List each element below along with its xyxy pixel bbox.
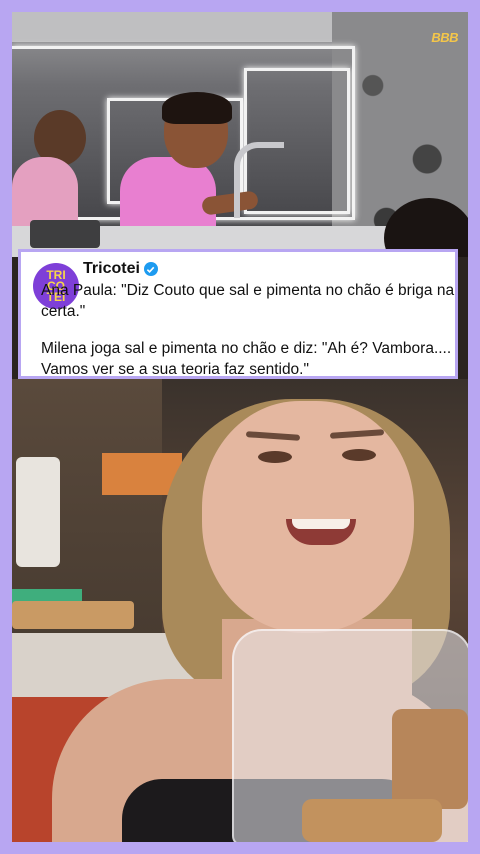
tweet-paragraph: Milena joga sal e pimenta no chão e diz:… <box>41 340 452 378</box>
woman-teeth <box>292 519 350 529</box>
kitchen-scene-image: BBB <box>12 12 468 257</box>
video-frame: BBB TRI CO TEI Tricotei Ana Paula: "Diz … <box>12 12 468 842</box>
person-pink-shirt-hair <box>162 92 232 124</box>
woman-eye <box>342 449 376 461</box>
tweet-header: Tricotei <box>83 260 445 278</box>
tweet-paragraph: Ana Paula: "Diz Couto que sal e pimenta … <box>41 282 455 320</box>
kitchen-faucet <box>234 142 284 218</box>
woman-closeup-image <box>12 379 468 842</box>
storage-jar <box>16 457 60 567</box>
bread-loaf <box>302 799 442 842</box>
bread-loaf <box>392 709 468 809</box>
tweet-handle: Tricotei <box>83 260 140 277</box>
woman-eye <box>258 451 292 463</box>
bbb-watermark-logo: BBB <box>431 30 458 45</box>
tweet-card: TRI CO TEI Tricotei Ana Paula: "Diz Cout… <box>18 249 458 379</box>
woman-face <box>202 401 414 633</box>
tweet-body: Ana Paula: "Diz Couto que sal e pimenta … <box>41 280 461 380</box>
cutting-board <box>12 601 134 629</box>
cooking-pot <box>30 220 100 248</box>
verified-badge-icon <box>143 262 158 276</box>
